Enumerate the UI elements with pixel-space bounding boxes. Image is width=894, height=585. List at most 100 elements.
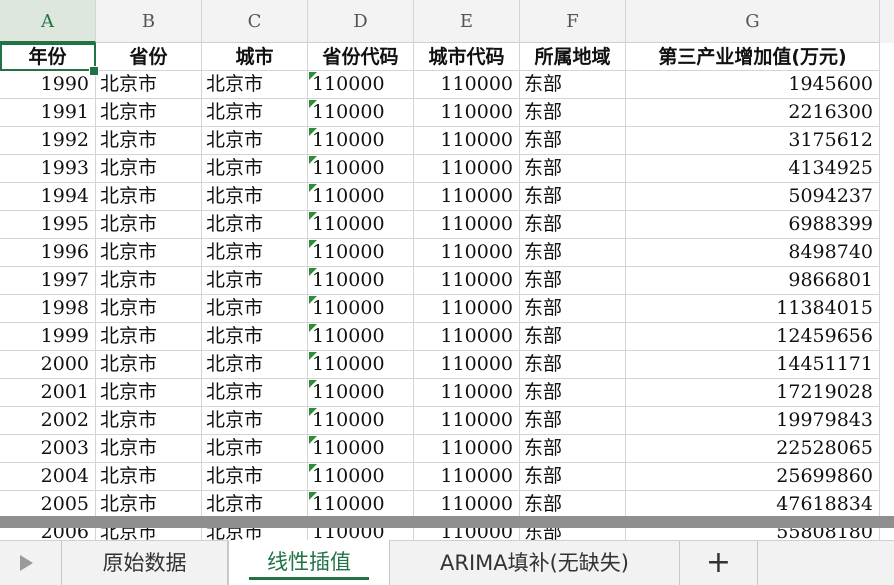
- cell-year[interactable]: 1999: [0, 323, 96, 351]
- cell-city-code[interactable]: 110000: [414, 239, 520, 267]
- cell-region[interactable]: 东部: [520, 407, 626, 435]
- cell-city-code[interactable]: 110000: [414, 127, 520, 155]
- header-cell-region[interactable]: 所属地域: [520, 43, 626, 71]
- cell-province[interactable]: 北京市: [96, 211, 202, 239]
- cell-year[interactable]: 2005: [0, 491, 96, 519]
- cell-city[interactable]: 北京市: [202, 211, 308, 239]
- cell-province[interactable]: 北京市: [96, 407, 202, 435]
- cell-city-code[interactable]: 110000: [414, 463, 520, 491]
- cell-tertiary-value[interactable]: 22528065: [626, 435, 880, 463]
- cell-city[interactable]: 北京市: [202, 407, 308, 435]
- cell-city-code[interactable]: 110000: [414, 407, 520, 435]
- cell-region[interactable]: 东部: [520, 463, 626, 491]
- header-cell-tertiary-value[interactable]: 第三产业增加值(万元): [626, 43, 880, 71]
- cell-year[interactable]: 1990: [0, 71, 96, 99]
- cell-region[interactable]: 东部: [520, 435, 626, 463]
- cell-province[interactable]: 北京市: [96, 71, 202, 99]
- column-header-b[interactable]: B: [96, 0, 202, 43]
- cell-tertiary-value[interactable]: 3175612: [626, 127, 880, 155]
- header-cell-city-code[interactable]: 城市代码: [414, 43, 520, 71]
- cell-city-code[interactable]: 110000: [414, 435, 520, 463]
- cell-city[interactable]: 北京市: [202, 239, 308, 267]
- cell-city[interactable]: 北京市: [202, 183, 308, 211]
- cell-region[interactable]: 东部: [520, 239, 626, 267]
- column-header-a[interactable]: A: [0, 0, 96, 43]
- cell-region[interactable]: 东部: [520, 127, 626, 155]
- cell-city[interactable]: 北京市: [202, 99, 308, 127]
- cell-year[interactable]: 1996: [0, 239, 96, 267]
- cell-province-code[interactable]: 110000: [308, 295, 414, 323]
- cell-city-code[interactable]: 110000: [414, 323, 520, 351]
- cell-region[interactable]: 东部: [520, 183, 626, 211]
- cell-city[interactable]: 北京市: [202, 295, 308, 323]
- cell-city-code[interactable]: 110000: [414, 295, 520, 323]
- cell-region[interactable]: 东部: [520, 491, 626, 519]
- cell-province[interactable]: 北京市: [96, 435, 202, 463]
- cell-province-code[interactable]: 110000: [308, 323, 414, 351]
- sheet-scroll-button[interactable]: [0, 541, 62, 585]
- cell-city-code[interactable]: 110000: [414, 183, 520, 211]
- cell-tertiary-value[interactable]: 4134925: [626, 155, 880, 183]
- cell-year[interactable]: 2003: [0, 435, 96, 463]
- cell-tertiary-value[interactable]: 12459656: [626, 323, 880, 351]
- cell-province[interactable]: 北京市: [96, 267, 202, 295]
- cell-province-code[interactable]: 110000: [308, 379, 414, 407]
- cell-year[interactable]: 2001: [0, 379, 96, 407]
- cell-tertiary-value[interactable]: 17219028: [626, 379, 880, 407]
- cell-city[interactable]: 北京市: [202, 379, 308, 407]
- cell-province-code[interactable]: 110000: [308, 491, 414, 519]
- cell-region[interactable]: 东部: [520, 211, 626, 239]
- cell-tertiary-value[interactable]: 11384015: [626, 295, 880, 323]
- header-cell-year[interactable]: 年份: [0, 43, 96, 71]
- header-cell-province[interactable]: 省份: [96, 43, 202, 71]
- cell-province-code[interactable]: 110000: [308, 71, 414, 99]
- cell-tertiary-value[interactable]: 47618834: [626, 491, 880, 519]
- cell-province[interactable]: 北京市: [96, 99, 202, 127]
- cell-region[interactable]: 东部: [520, 267, 626, 295]
- cell-city[interactable]: 北京市: [202, 71, 308, 99]
- cell-city-code[interactable]: 110000: [414, 379, 520, 407]
- column-header-c[interactable]: C: [202, 0, 308, 43]
- column-header-f[interactable]: F: [520, 0, 626, 43]
- cell-province[interactable]: 北京市: [96, 463, 202, 491]
- cell-province[interactable]: 北京市: [96, 351, 202, 379]
- cell-province[interactable]: 北京市: [96, 379, 202, 407]
- cell-region[interactable]: 东部: [520, 379, 626, 407]
- cell-tertiary-value[interactable]: 6988399: [626, 211, 880, 239]
- cell-city-code[interactable]: 110000: [414, 351, 520, 379]
- cell-city[interactable]: 北京市: [202, 491, 308, 519]
- cell-tertiary-value[interactable]: 2216300: [626, 99, 880, 127]
- cell-region[interactable]: 东部: [520, 71, 626, 99]
- cell-tertiary-value[interactable]: 8498740: [626, 239, 880, 267]
- cell-year[interactable]: 2002: [0, 407, 96, 435]
- cell-province-code[interactable]: 110000: [308, 99, 414, 127]
- cell-province-code[interactable]: 110000: [308, 183, 414, 211]
- cell-province[interactable]: 北京市: [96, 183, 202, 211]
- cell-region[interactable]: 东部: [520, 351, 626, 379]
- cell-province-code[interactable]: 110000: [308, 267, 414, 295]
- cell-year[interactable]: 1995: [0, 211, 96, 239]
- cell-year[interactable]: 1994: [0, 183, 96, 211]
- cell-province-code[interactable]: 110000: [308, 211, 414, 239]
- column-header-d[interactable]: D: [308, 0, 414, 43]
- cell-province[interactable]: 北京市: [96, 295, 202, 323]
- cell-city[interactable]: 北京市: [202, 323, 308, 351]
- header-cell-province-code[interactable]: 省份代码: [308, 43, 414, 71]
- cell-year[interactable]: 1993: [0, 155, 96, 183]
- cell-city[interactable]: 北京市: [202, 463, 308, 491]
- cell-city[interactable]: 北京市: [202, 267, 308, 295]
- cell-region[interactable]: 东部: [520, 155, 626, 183]
- cell-province-code[interactable]: 110000: [308, 435, 414, 463]
- cell-city-code[interactable]: 110000: [414, 491, 520, 519]
- tab-original-data[interactable]: 原始数据: [62, 541, 228, 585]
- cell-province-code[interactable]: 110000: [308, 127, 414, 155]
- cell-province[interactable]: 北京市: [96, 323, 202, 351]
- cell-city[interactable]: 北京市: [202, 435, 308, 463]
- cell-province-code[interactable]: 110000: [308, 239, 414, 267]
- cell-city[interactable]: 北京市: [202, 127, 308, 155]
- cell-province[interactable]: 北京市: [96, 239, 202, 267]
- cell-province[interactable]: 北京市: [96, 491, 202, 519]
- cell-province-code[interactable]: 110000: [308, 463, 414, 491]
- tab-arima-fill[interactable]: ARIMA填补(无缺失): [390, 541, 680, 585]
- cell-province[interactable]: 北京市: [96, 127, 202, 155]
